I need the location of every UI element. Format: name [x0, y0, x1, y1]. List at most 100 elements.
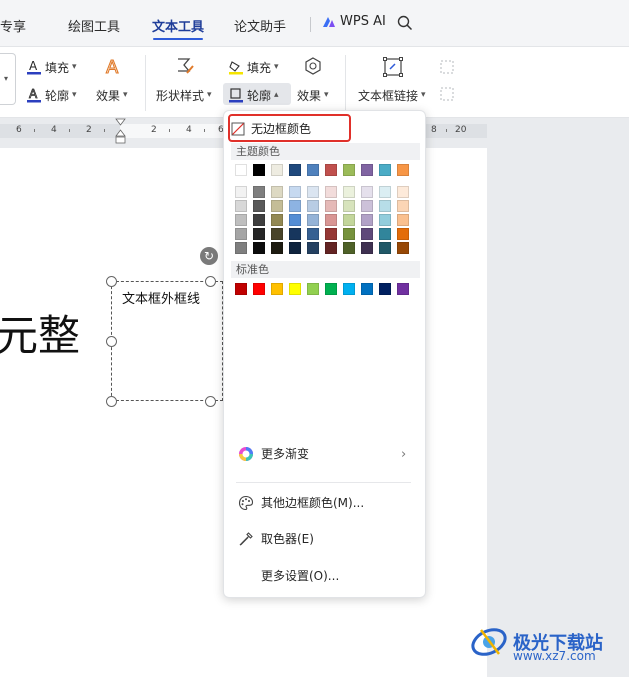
theme-color-swatch[interactable]: [307, 164, 319, 176]
theme-shade-swatch[interactable]: [379, 214, 391, 226]
theme-shade-swatch[interactable]: [235, 186, 247, 198]
theme-shade-swatch[interactable]: [289, 214, 301, 226]
textbox-content[interactable]: 文本框外框线: [122, 288, 200, 307]
theme-shade-swatch[interactable]: [325, 186, 337, 198]
theme-shade-swatch[interactable]: [325, 242, 337, 254]
text-style-gallery[interactable]: ▾: [0, 53, 16, 105]
theme-color-swatch[interactable]: [235, 164, 247, 176]
tab-exclusive[interactable]: 专享: [0, 16, 26, 35]
resize-handle[interactable]: [106, 276, 117, 287]
theme-shade-swatch[interactable]: [253, 214, 265, 226]
standard-color-swatch[interactable]: [379, 283, 391, 295]
text-fill-button[interactable]: A 填充 ▾: [26, 57, 77, 77]
theme-shade-swatch[interactable]: [235, 228, 247, 240]
theme-shade-swatch[interactable]: [253, 242, 265, 254]
search-icon[interactable]: [397, 15, 413, 31]
theme-shade-swatch[interactable]: [271, 214, 283, 226]
theme-shade-swatch[interactable]: [397, 200, 409, 212]
theme-shade-swatch[interactable]: [397, 228, 409, 240]
standard-color-swatch[interactable]: [397, 283, 409, 295]
selected-textbox[interactable]: 文本框外框线: [111, 281, 223, 401]
theme-shade-swatch[interactable]: [325, 214, 337, 226]
standard-color-swatch[interactable]: [325, 283, 337, 295]
theme-shade-swatch[interactable]: [397, 242, 409, 254]
theme-shade-swatch[interactable]: [307, 242, 319, 254]
theme-shade-swatch[interactable]: [361, 214, 373, 226]
theme-shade-swatch[interactable]: [253, 200, 265, 212]
theme-color-swatch[interactable]: [361, 164, 373, 176]
standard-color-swatch[interactable]: [253, 283, 265, 295]
theme-shade-swatch[interactable]: [253, 186, 265, 198]
textbox-link-button[interactable]: 文本框链接 ▾: [358, 85, 426, 105]
standard-color-swatch[interactable]: [307, 283, 319, 295]
more-gradient-item[interactable]: 更多渐变: [238, 445, 309, 462]
theme-shade-swatch[interactable]: [379, 186, 391, 198]
theme-shade-swatch[interactable]: [289, 242, 301, 254]
theme-shade-swatch[interactable]: [343, 228, 355, 240]
theme-color-swatch[interactable]: [289, 164, 301, 176]
theme-shade-swatch[interactable]: [343, 214, 355, 226]
text-effect-icon[interactable]: A: [103, 56, 123, 78]
rotate-handle-icon[interactable]: ↻: [200, 247, 218, 265]
textbox-link-icon[interactable]: [382, 56, 404, 78]
theme-shade-swatch[interactable]: [361, 186, 373, 198]
theme-color-swatch[interactable]: [343, 164, 355, 176]
tab-paper-assistant[interactable]: 论文助手: [234, 16, 286, 35]
more-settings-item[interactable]: 更多设置(O)...: [261, 567, 339, 584]
theme-color-swatch[interactable]: [397, 164, 409, 176]
theme-shade-swatch[interactable]: [271, 242, 283, 254]
resize-handle[interactable]: [205, 276, 216, 287]
other-border-color-item[interactable]: 其他边框颜色(M)...: [238, 494, 364, 511]
text-outline-button[interactable]: A 轮廓 ▾: [26, 85, 77, 105]
resize-handle[interactable]: [106, 336, 117, 347]
theme-shade-swatch[interactable]: [271, 186, 283, 198]
shape-effect-icon[interactable]: [303, 56, 323, 76]
theme-shade-swatch[interactable]: [379, 228, 391, 240]
theme-shade-swatch[interactable]: [235, 200, 247, 212]
theme-shade-swatch[interactable]: [325, 200, 337, 212]
theme-shade-swatch[interactable]: [235, 214, 247, 226]
standard-color-swatch[interactable]: [343, 283, 355, 295]
theme-shade-swatch[interactable]: [253, 228, 265, 240]
theme-shade-swatch[interactable]: [235, 242, 247, 254]
standard-color-swatch[interactable]: [271, 283, 283, 295]
theme-shade-swatch[interactable]: [271, 200, 283, 212]
theme-shade-swatch[interactable]: [361, 200, 373, 212]
tab-text-tools[interactable]: 文本工具: [152, 16, 204, 35]
standard-color-swatch[interactable]: [235, 283, 247, 295]
theme-shade-swatch[interactable]: [325, 228, 337, 240]
theme-shade-swatch[interactable]: [307, 200, 319, 212]
theme-shade-swatch[interactable]: [343, 200, 355, 212]
shape-effect-button[interactable]: 效果 ▾: [297, 85, 329, 105]
standard-color-swatch[interactable]: [361, 283, 373, 295]
shape-style-button[interactable]: 形状样式 ▾: [156, 85, 212, 105]
theme-shade-swatch[interactable]: [289, 200, 301, 212]
shape-fill-button[interactable]: 填充 ▾: [228, 57, 279, 77]
shape-outline-button[interactable]: 轮廓 ▴: [228, 85, 279, 105]
theme-color-swatch[interactable]: [271, 164, 283, 176]
resize-handle[interactable]: [205, 396, 216, 407]
theme-shade-swatch[interactable]: [271, 228, 283, 240]
theme-shade-swatch[interactable]: [289, 228, 301, 240]
theme-color-swatch[interactable]: [379, 164, 391, 176]
theme-color-swatch[interactable]: [253, 164, 265, 176]
tab-drawing-tools[interactable]: 绘图工具: [68, 16, 120, 35]
theme-shade-swatch[interactable]: [343, 242, 355, 254]
theme-shade-swatch[interactable]: [397, 186, 409, 198]
text-effect-button[interactable]: 效果 ▾: [96, 85, 128, 105]
indent-marker-icon[interactable]: [115, 118, 126, 150]
theme-shade-swatch[interactable]: [379, 242, 391, 254]
theme-color-swatch[interactable]: [325, 164, 337, 176]
no-border-color-item[interactable]: 无边框颜色: [231, 120, 311, 137]
resize-handle[interactable]: [106, 396, 117, 407]
standard-color-swatch[interactable]: [289, 283, 301, 295]
wps-ai-button[interactable]: WPS AI: [322, 14, 386, 29]
shape-style-icon[interactable]: [175, 56, 195, 76]
theme-shade-swatch[interactable]: [307, 214, 319, 226]
theme-shade-swatch[interactable]: [361, 228, 373, 240]
theme-shade-swatch[interactable]: [289, 186, 301, 198]
theme-shade-swatch[interactable]: [343, 186, 355, 198]
theme-shade-swatch[interactable]: [307, 228, 319, 240]
theme-shade-swatch[interactable]: [379, 200, 391, 212]
theme-shade-swatch[interactable]: [361, 242, 373, 254]
